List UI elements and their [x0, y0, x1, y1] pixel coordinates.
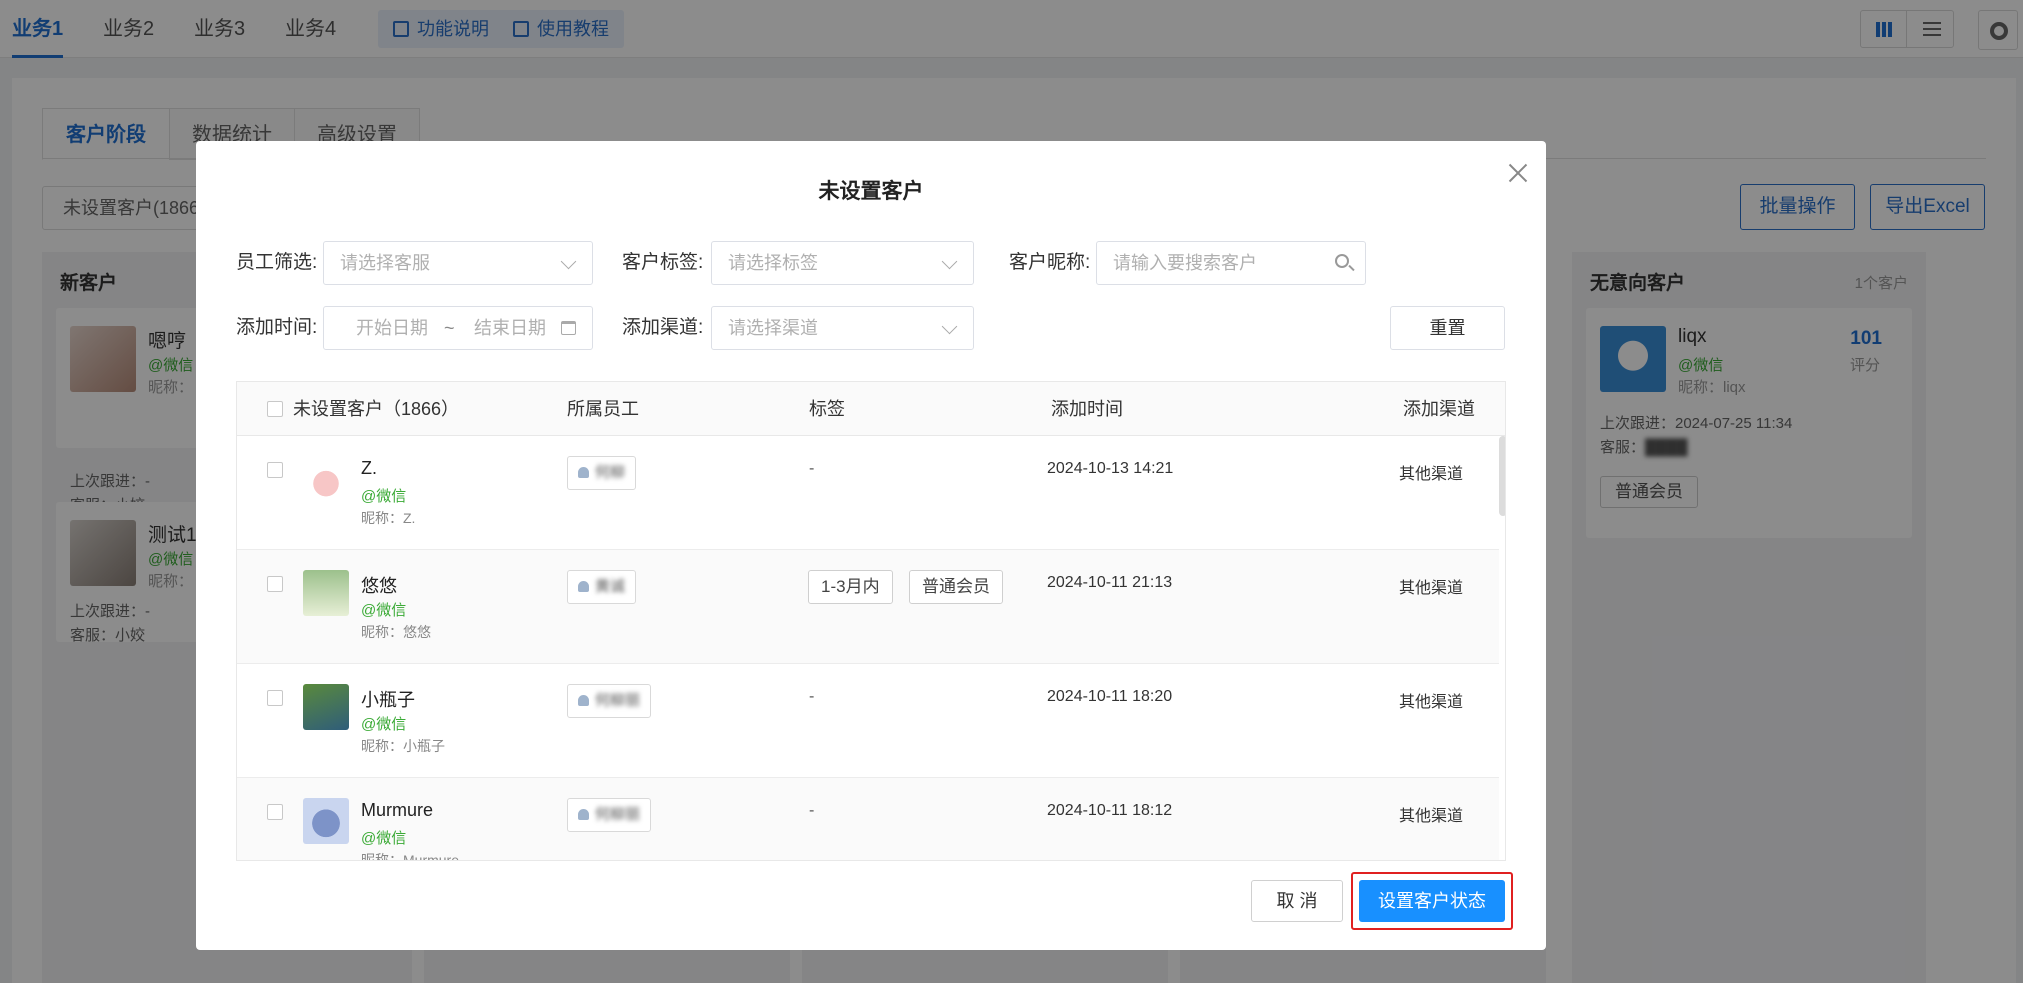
row-checkbox[interactable]	[267, 462, 283, 478]
customer-name: Z.	[361, 458, 377, 478]
add-time: 2024-10-13 14:21	[1047, 460, 1174, 477]
add-time: 2024-10-11 21:13	[1047, 574, 1173, 591]
nickname: 昵称：Z.	[361, 510, 416, 526]
staff-tag: 何柳丽	[567, 798, 652, 832]
user-icon	[578, 695, 589, 706]
avatar	[303, 456, 349, 502]
user-icon	[578, 467, 589, 478]
chevron-down-icon	[941, 318, 958, 335]
user-icon	[578, 809, 589, 820]
set-customer-status-button[interactable]: 设置客户状态	[1359, 880, 1505, 922]
cancel-button[interactable]: 取 消	[1251, 880, 1343, 922]
nickname: 昵称：小瓶子	[361, 738, 445, 754]
nickname: 昵称：悠悠	[361, 624, 431, 640]
customer-table: 未设置客户（1866） 所属员工 标签 添加时间 添加渠道 Z. @微信 昵称：…	[236, 381, 1506, 861]
avatar	[303, 570, 349, 616]
chevron-down-icon	[560, 253, 577, 270]
source-label: @微信	[361, 602, 407, 619]
tags-empty: -	[809, 802, 815, 819]
channel: 其他渠道	[1399, 466, 1464, 483]
date-range-picker[interactable]: 开始日期 ~ 结束日期	[323, 306, 593, 350]
tags-empty: -	[809, 460, 815, 477]
table-row[interactable]: 悠悠 @微信 昵称：悠悠 黄诚 1-3月内 普通会员 2024-10-11 21…	[237, 550, 1499, 664]
tags-empty: -	[809, 688, 815, 705]
header-tags: 标签	[809, 399, 845, 419]
customer-tag: 1-3月内	[808, 570, 893, 604]
table-row[interactable]: 小瓶子 @微信 昵称：小瓶子 何柳丽 - 2024-10-11 18:20 其他…	[237, 664, 1499, 778]
avatar	[303, 684, 349, 730]
tag-filter-label: 客户标签:	[622, 252, 704, 273]
nickname-search-placeholder: 请输入要搜索客户	[1113, 253, 1257, 273]
avatar	[303, 798, 349, 844]
search-icon[interactable]	[1335, 254, 1349, 268]
unset-customer-dialog: 未设置客户 员工筛选: 请选择客服 客户标签: 请选择标签 客户昵称: 请输入要…	[196, 141, 1546, 950]
staff-filter-select[interactable]: 请选择客服	[323, 241, 593, 285]
end-date-placeholder: 结束日期	[474, 318, 546, 338]
staff-tag: 何柳丽	[567, 684, 652, 718]
header-staff: 所属员工	[567, 399, 639, 419]
staff-filter-placeholder: 请选择客服	[340, 253, 430, 273]
header-channel: 添加渠道	[1403, 399, 1475, 419]
row-checkbox[interactable]	[267, 690, 283, 706]
header-add-time: 添加时间	[1051, 399, 1123, 419]
staff-name: 何柳	[595, 464, 626, 481]
staff-name: 何柳丽	[595, 692, 641, 709]
dialog-title: 未设置客户	[818, 180, 924, 203]
source-label: @微信	[361, 716, 407, 733]
select-all-checkbox[interactable]	[267, 401, 283, 417]
customer-name: Murmure	[361, 800, 434, 820]
table-row[interactable]: Z. @微信 昵称：Z. 何柳 - 2024-10-13 14:21 其他渠道	[237, 436, 1499, 550]
user-icon	[578, 581, 589, 592]
row-checkbox[interactable]	[267, 576, 283, 592]
add-time: 2024-10-11 18:20	[1047, 688, 1173, 705]
tag-filter-placeholder: 请选择标签	[728, 253, 818, 273]
chevron-down-icon	[941, 253, 958, 270]
nickname-search-input[interactable]: 请输入要搜索客户	[1096, 241, 1366, 285]
channel: 其他渠道	[1399, 808, 1464, 825]
channel-filter-placeholder: 请选择渠道	[728, 318, 818, 338]
staff-name: 黄诚	[595, 578, 626, 595]
customer-name: 小瓶子	[361, 690, 415, 710]
row-checkbox[interactable]	[267, 804, 283, 820]
tag-filter-select[interactable]: 请选择标签	[711, 241, 974, 285]
time-filter-label: 添加时间:	[236, 317, 318, 338]
customer-tag: 普通会员	[909, 570, 1003, 604]
reset-button[interactable]: 重置	[1390, 306, 1505, 350]
staff-filter-label: 员工筛选:	[236, 252, 318, 273]
staff-tag: 黄诚	[567, 570, 637, 604]
nickname: 昵称：Murmure	[361, 852, 460, 861]
date-separator: ~	[444, 318, 455, 338]
source-label: @微信	[361, 830, 407, 847]
channel-filter-select[interactable]: 请选择渠道	[711, 306, 974, 350]
customer-name: 悠悠	[361, 576, 397, 596]
close-icon[interactable]	[1507, 162, 1529, 184]
table-header: 未设置客户（1866） 所属员工 标签 添加时间 添加渠道	[237, 382, 1505, 436]
add-time: 2024-10-11 18:12	[1047, 802, 1173, 819]
channel-filter-label: 添加渠道:	[622, 317, 704, 338]
table-row[interactable]: Murmure @微信 昵称：Murmure 何柳丽 - 2024-10-11 …	[237, 778, 1499, 861]
source-label: @微信	[361, 488, 407, 505]
nickname-filter-label: 客户昵称:	[1009, 252, 1091, 273]
channel: 其他渠道	[1399, 580, 1464, 597]
calendar-icon	[561, 321, 576, 335]
start-date-placeholder: 开始日期	[356, 318, 428, 338]
staff-name: 何柳丽	[595, 806, 641, 823]
header-customer: 未设置客户（1866）	[293, 399, 460, 419]
staff-tag: 何柳	[567, 456, 637, 490]
table-scrollbar[interactable]	[1499, 436, 1505, 516]
channel: 其他渠道	[1399, 694, 1464, 711]
